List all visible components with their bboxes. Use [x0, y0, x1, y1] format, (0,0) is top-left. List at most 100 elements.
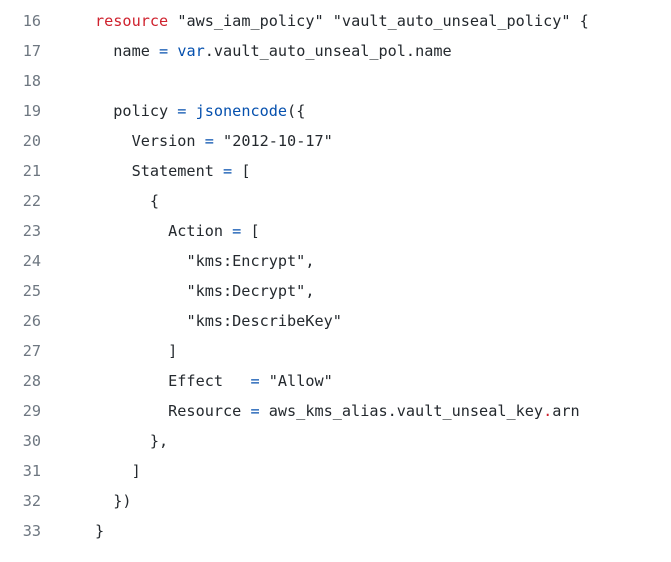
code-token-keyword: resource [95, 12, 169, 30]
line-number: 31 [22, 462, 41, 480]
code-token-plain: arn [552, 402, 580, 420]
code-line[interactable]: 23 Action = [ [0, 216, 671, 246]
code-text: ] [95, 456, 141, 486]
code-token-string: "kms:DescribeKey" [186, 312, 342, 330]
code-text: Effect = "Allow" [95, 366, 333, 396]
code-token-plain: aws_kms_alias.vault_unseal_key [259, 402, 544, 420]
code-editor[interactable]: 16 resource "aws_iam_policy" "vault_auto_… [0, 6, 671, 556]
code-line[interactable]: 30 }, [0, 426, 671, 456]
code-line[interactable]: 28 Effect = "Allow" [0, 366, 671, 396]
code-token-plain: ] [95, 342, 178, 360]
code-text: Statement = [ [95, 156, 251, 186]
line-number: 21 [22, 162, 41, 180]
code-token-func: jsonencode [195, 102, 288, 120]
code-line[interactable]: 17 name = var.vault_auto_unseal_pol.name [0, 36, 671, 66]
code-token-plain: ] [95, 462, 141, 480]
line-number: 25 [22, 282, 41, 300]
code-token-op: = [250, 372, 260, 390]
code-line[interactable]: 31 ] [0, 456, 671, 486]
line-number: 18 [22, 72, 41, 90]
line-number: 33 [22, 522, 41, 540]
code-line[interactable]: 24 "kms:Encrypt", [0, 246, 671, 276]
code-token-plain: , [305, 282, 315, 300]
line-number: 29 [22, 402, 41, 420]
code-token-string: "kms:Encrypt" [186, 252, 306, 270]
line-number: 27 [22, 342, 41, 360]
code-line[interactable]: 18 [0, 66, 671, 96]
line-number: 19 [22, 102, 41, 120]
line-number: 17 [22, 42, 41, 60]
line-number: 23 [22, 222, 41, 240]
code-token-op: = [223, 162, 233, 180]
code-token-keyword: . [543, 402, 553, 420]
code-token-plain: } [95, 522, 105, 540]
code-token-plain: Resource [95, 402, 251, 420]
code-token-string: "vault_auto_unseal_policy" [332, 12, 571, 30]
code-token-plain: }, [95, 432, 169, 450]
code-line[interactable]: 16 resource "aws_iam_policy" "vault_auto_… [0, 6, 671, 36]
line-number: 20 [22, 132, 41, 150]
code-token-plain: policy [95, 102, 178, 120]
code-token-plain: ({ [287, 102, 306, 120]
code-token-plain: }) [95, 492, 132, 510]
code-token-plain: Statement [95, 162, 224, 180]
code-text: name = var.vault_auto_unseal_pol.name [95, 36, 452, 66]
line-number: 22 [22, 192, 41, 210]
code-line[interactable]: 32 }) [0, 486, 671, 516]
code-text: Resource = aws_kms_alias.vault_unseal_ke… [95, 396, 580, 426]
line-number: 26 [22, 312, 41, 330]
line-number: 28 [22, 372, 41, 390]
code-token-plain: { [570, 12, 589, 30]
code-token-op: = [250, 402, 260, 420]
line-number: 24 [22, 252, 41, 270]
code-token-plain: [ [241, 222, 260, 240]
code-token-plain: name [95, 42, 160, 60]
code-line[interactable]: 20 Version = "2012-10-17" [0, 126, 671, 156]
code-line[interactable]: 22 { [0, 186, 671, 216]
code-text: } [95, 516, 104, 546]
code-line-partial: 34 [0, 546, 671, 556]
line-number: 32 [22, 492, 41, 510]
line-number: 16 [22, 12, 41, 30]
code-text: ] [95, 336, 177, 366]
line-number: 34 [0, 546, 41, 554]
code-token-string: "kms:Decrypt" [186, 282, 306, 300]
code-line[interactable]: 25 "kms:Decrypt", [0, 276, 671, 306]
code-token-string: "aws_iam_policy" [177, 12, 324, 30]
code-line[interactable]: 26 "kms:DescribeKey" [0, 306, 671, 336]
code-text: "kms:DescribeKey" [95, 306, 342, 336]
code-text: "kms:Decrypt", [95, 276, 314, 306]
code-text: Action = [ [95, 216, 260, 246]
code-text: }) [95, 486, 132, 516]
code-token-plain: [ [232, 162, 251, 180]
code-token-plain: .vault_auto_unseal_pol.name [204, 42, 452, 60]
code-line[interactable]: 33} [0, 516, 671, 546]
code-token-var: var [177, 42, 205, 60]
code-token-string: "2012-10-17" [223, 132, 333, 150]
code-token-op: = [159, 42, 169, 60]
code-token-plain: , [305, 252, 315, 270]
code-token-string: "Allow" [268, 372, 333, 390]
code-text: Version = "2012-10-17" [95, 126, 333, 156]
code-token-plain: { [95, 192, 160, 210]
code-token-plain: Action [95, 222, 233, 240]
code-line[interactable]: 21 Statement = [ [0, 156, 671, 186]
code-line[interactable]: 29 Resource = aws_kms_alias.vault_unseal… [0, 396, 671, 426]
code-token-plain: Version [95, 132, 205, 150]
code-text: { [95, 186, 159, 216]
code-text: "kms:Encrypt", [95, 246, 314, 276]
code-line[interactable]: 19 policy = jsonencode({ [0, 96, 671, 126]
line-number: 30 [22, 432, 41, 450]
code-text: resource "aws_iam_policy" "vault_auto_un… [95, 6, 589, 36]
code-token-op: = [232, 222, 242, 240]
code-line[interactable]: 27 ] [0, 336, 671, 366]
